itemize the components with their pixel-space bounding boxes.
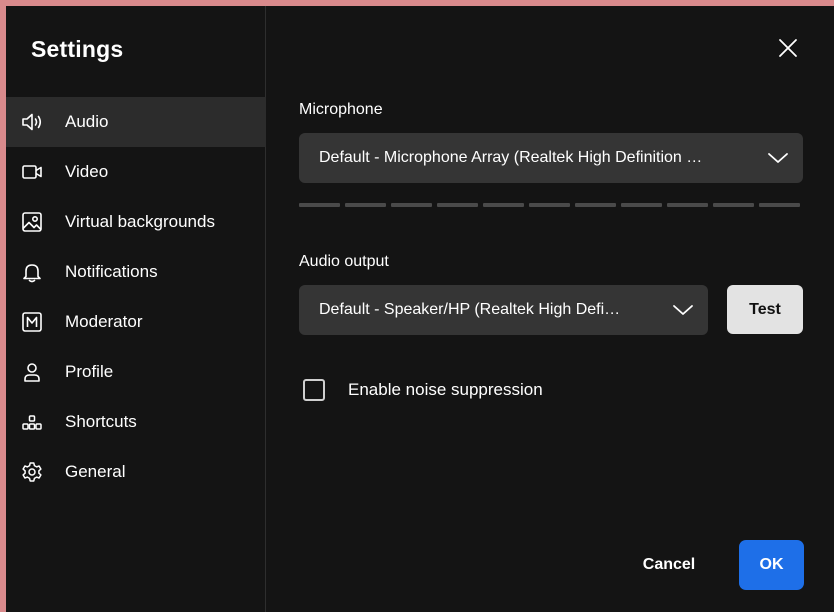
sidebar-item-video[interactable]: Video	[6, 147, 266, 197]
level-meter-segment	[667, 203, 708, 207]
close-button[interactable]	[775, 37, 801, 63]
noise-suppression-label: Enable noise suppression	[348, 380, 543, 399]
level-meter-segment	[483, 203, 524, 207]
sidebar-item-label: Shortcuts	[65, 412, 137, 431]
sidebar-item-label: Moderator	[65, 312, 143, 331]
noise-suppression-checkbox[interactable]	[303, 379, 325, 401]
sidebar-item-moderator[interactable]: Moderator	[6, 297, 266, 347]
audio-output-select[interactable]: Default - Speaker/HP (Realtek High Defi…	[299, 285, 708, 335]
moderator-icon	[21, 311, 43, 333]
sidebar-item-label: Video	[65, 162, 109, 181]
level-meter-segment	[713, 203, 754, 207]
sidebar-item-label: Audio	[65, 112, 109, 131]
sidebar-item-label: Profile	[65, 362, 114, 381]
settings-dialog: Settings Audio Video Virtual backgrounds…	[6, 6, 834, 612]
sidebar: Settings Audio Video Virtual backgrounds…	[6, 6, 266, 612]
sidebar-item-audio[interactable]: Audio	[6, 97, 266, 147]
level-meter-segment	[575, 203, 616, 207]
level-meter-segment	[299, 203, 340, 207]
audio-output-label: Audio output	[299, 253, 389, 270]
level-meter-segment	[437, 203, 478, 207]
level-meter-segment	[759, 203, 800, 207]
image-icon	[21, 211, 43, 233]
sidebar-item-shortcuts[interactable]: Shortcuts	[6, 397, 266, 447]
level-meter-segment	[529, 203, 570, 207]
close-icon	[778, 38, 798, 63]
sidebar-nav: Audio Video Virtual backgrounds Notifica…	[6, 97, 266, 497]
cancel-button[interactable]: Cancel	[623, 540, 715, 589]
test-button[interactable]: Test	[727, 285, 803, 334]
page-title: Settings	[31, 36, 124, 62]
microphone-label: Microphone	[299, 101, 383, 118]
audio-level-meter	[299, 203, 800, 207]
sidebar-item-virtual-backgrounds[interactable]: Virtual backgrounds	[6, 197, 266, 247]
speaker-icon	[21, 111, 43, 133]
level-meter-segment	[391, 203, 432, 207]
level-meter-segment	[621, 203, 662, 207]
bell-icon	[21, 261, 43, 283]
microphone-select-value: Default - Microphone Array (Realtek High…	[319, 149, 703, 166]
sidebar-item-general[interactable]: General	[6, 447, 266, 497]
level-meter-segment	[345, 203, 386, 207]
shortcuts-icon	[21, 411, 43, 433]
video-camera-icon	[21, 161, 43, 183]
sidebar-item-notifications[interactable]: Notifications	[6, 247, 266, 297]
microphone-select[interactable]: Default - Microphone Array (Realtek High…	[299, 133, 803, 183]
sidebar-item-label: Virtual backgrounds	[65, 212, 215, 231]
sidebar-item-label: Notifications	[65, 262, 158, 281]
ok-button[interactable]: OK	[739, 540, 804, 590]
chevron-down-icon	[673, 305, 693, 315]
person-icon	[21, 361, 43, 383]
sidebar-item-profile[interactable]: Profile	[6, 347, 266, 397]
sidebar-item-label: General	[65, 462, 126, 481]
chevron-down-icon	[768, 153, 788, 163]
gear-icon	[21, 461, 43, 483]
audio-output-select-value: Default - Speaker/HP (Realtek High Defi…	[319, 301, 621, 318]
